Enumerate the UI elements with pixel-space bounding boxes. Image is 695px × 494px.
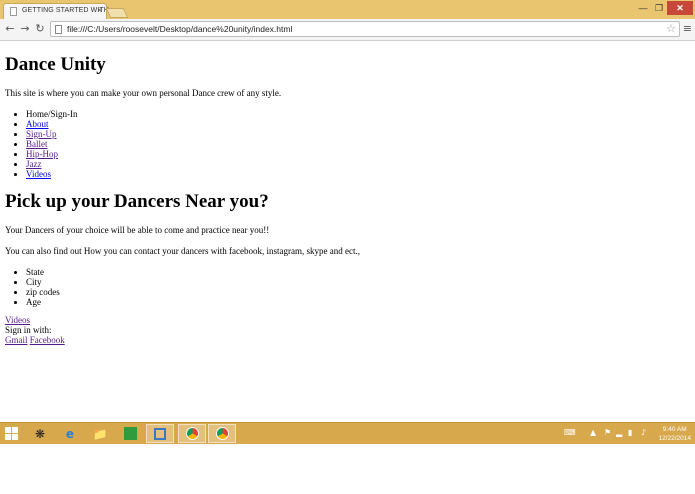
- about-link[interactable]: About: [26, 119, 49, 129]
- windows-start-icon[interactable]: [5, 427, 19, 440]
- keyboard-icon[interactable]: ⌨: [564, 428, 576, 437]
- clock-time: 9:40 AM: [662, 426, 687, 433]
- page-content: Dance Unity This site is where you can m…: [5, 44, 685, 345]
- filter-item: State: [26, 267, 685, 277]
- chevron-up-icon[interactable]: ▲: [590, 428, 596, 437]
- intro-text: This site is where you can make your own…: [5, 88, 282, 98]
- page-title: Dance Unity: [5, 54, 106, 75]
- nav-item-signup: Sign-Up: [26, 129, 685, 139]
- filter-item: Age: [26, 297, 685, 307]
- reload-icon[interactable]: ↻: [33, 22, 47, 36]
- app-icon[interactable]: [146, 424, 174, 443]
- signup-link[interactable]: Sign-Up: [26, 129, 57, 139]
- restore-icon[interactable]: ❐: [651, 1, 667, 15]
- clock-date: 12/22/2014: [658, 435, 691, 442]
- signal-icon[interactable]: ▂: [616, 428, 622, 437]
- page-icon: [55, 25, 62, 34]
- ballet-link[interactable]: Ballet: [26, 139, 48, 149]
- close-window-icon[interactable]: ✕: [667, 1, 693, 15]
- hiphop-link[interactable]: Hip-Hop: [26, 149, 58, 159]
- tab-title: GETTING STARTED WITH: [22, 7, 109, 14]
- forward-arrow-icon[interactable]: →: [18, 22, 32, 36]
- videos-line: Videos: [5, 315, 685, 325]
- chrome-menu-icon[interactable]: ≡: [683, 22, 692, 35]
- internet-explorer-icon[interactable]: e: [56, 424, 84, 443]
- tab-close-icon[interactable]: ×: [97, 5, 102, 15]
- jazz-link[interactable]: Jazz: [26, 159, 42, 169]
- new-tab-button[interactable]: [105, 8, 129, 18]
- sign-in-label: Sign in with:: [5, 325, 52, 335]
- file-explorer-icon[interactable]: 📁: [86, 424, 114, 443]
- gmail-link[interactable]: Gmail: [5, 335, 28, 345]
- nav-list: Home/Sign-In About Sign-Up Ballet Hip-Ho…: [5, 109, 685, 179]
- nav-item-jazz: Jazz: [26, 159, 685, 169]
- store-icon[interactable]: [116, 424, 144, 443]
- nav-item-about: About: [26, 119, 685, 129]
- document-icon: [10, 7, 17, 16]
- contact-text: You can also find out How you can contac…: [5, 246, 360, 256]
- url-text[interactable]: file:///C:/Users/roosevelt/Desktop/dance…: [67, 24, 292, 34]
- volume-icon[interactable]: ♪: [641, 428, 646, 437]
- unity-icon[interactable]: ❋: [26, 424, 54, 443]
- minimize-icon[interactable]: —: [635, 1, 651, 15]
- nav-item-videos: Videos: [26, 169, 685, 179]
- nav-item-ballet: Ballet: [26, 139, 685, 149]
- flag-icon[interactable]: ⚑: [604, 428, 611, 437]
- windows-taskbar: ❋ e 📁 ⌨ ▲ ⚑ ▂ ▮ ♪ 9:40 AM 12/22/2014: [0, 422, 695, 444]
- chrome-icon[interactable]: [208, 424, 236, 443]
- facebook-link[interactable]: Facebook: [30, 335, 65, 345]
- filter-item: City: [26, 277, 685, 287]
- address-bar[interactable]: file:///C:/Users/roosevelt/Desktop/dance…: [50, 21, 680, 37]
- browser-toolbar: ← → ↻ file:///C:/Users/roosevelt/Desktop…: [0, 19, 695, 41]
- section-heading: Pick up your Dancers Near you?: [5, 191, 269, 212]
- chrome-icon[interactable]: [178, 424, 206, 443]
- sign-in-links: Gmail Facebook: [5, 335, 685, 345]
- videos-link[interactable]: Videos: [5, 315, 30, 325]
- dancers-text: Your Dancers of your choice will be able…: [5, 225, 270, 235]
- filter-list: State City zip codes Age: [5, 267, 685, 307]
- videos-nav-link[interactable]: Videos: [26, 169, 51, 179]
- nav-item-hiphop: Hip-Hop: [26, 149, 685, 159]
- browser-tab[interactable]: GETTING STARTED WITH ×: [3, 3, 109, 19]
- battery-icon[interactable]: ▮: [628, 428, 632, 437]
- taskbar-clock[interactable]: 9:40 AM 12/22/2014: [658, 425, 691, 443]
- filter-item: zip codes: [26, 287, 685, 297]
- window-controls: — ❐ ✕: [635, 1, 693, 17]
- nav-item-home: Home/Sign-In: [26, 109, 685, 119]
- back-arrow-icon[interactable]: ←: [3, 22, 17, 36]
- bookmark-star-icon[interactable]: ☆: [666, 22, 676, 35]
- page-bottom-margin: [0, 444, 695, 494]
- browser-title-bar: GETTING STARTED WITH × — ❐ ✕: [0, 0, 695, 19]
